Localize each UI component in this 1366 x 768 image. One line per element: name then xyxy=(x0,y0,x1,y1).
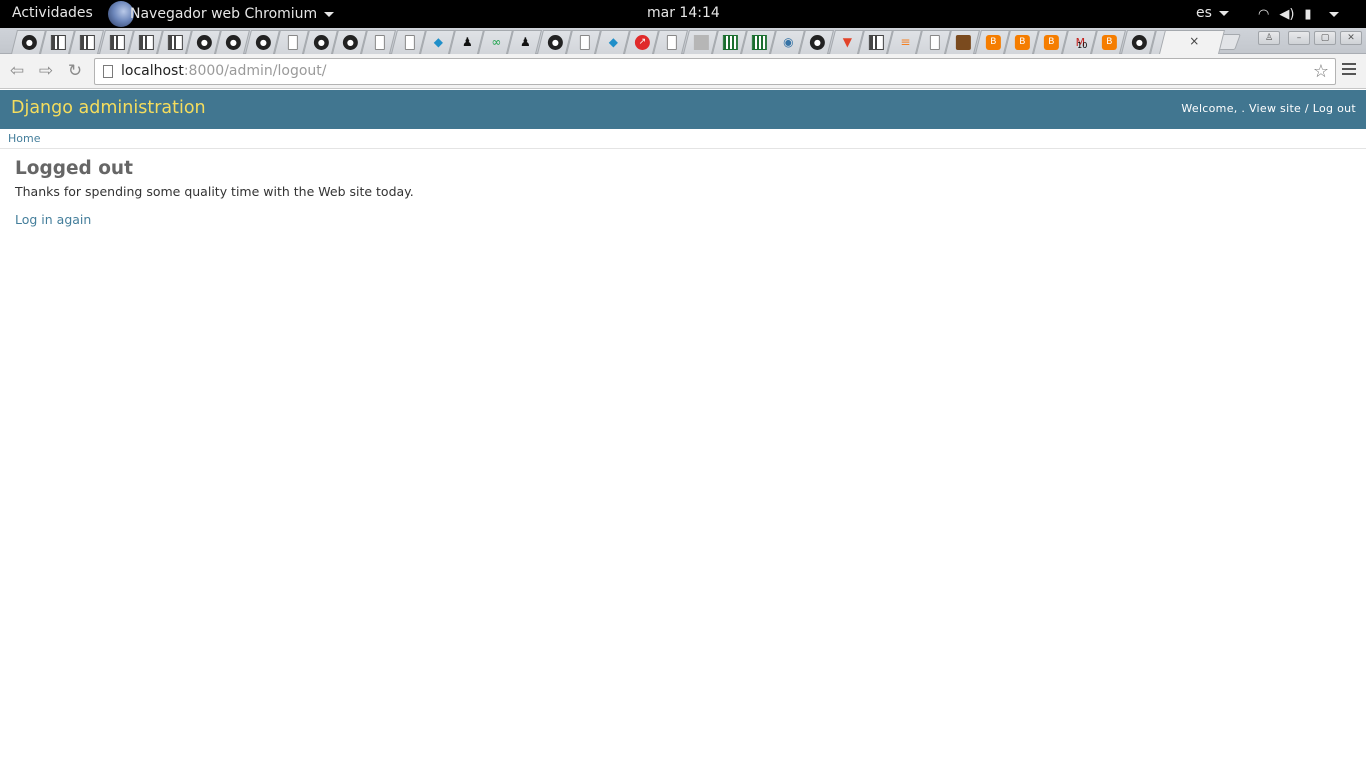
python-icon: ◉ xyxy=(783,35,794,49)
admin-header: Django administration Welcome, . View si… xyxy=(0,90,1366,129)
infinity-icon: ∞ xyxy=(491,35,502,49)
image-icon xyxy=(693,35,709,50)
blogger-icon: B xyxy=(985,35,1001,50)
back-arrow-icon: ⇦ xyxy=(9,61,25,81)
chevron-down-icon xyxy=(324,11,335,17)
forward-arrow-icon: ⇨ xyxy=(38,61,54,81)
close-icon: ✕ xyxy=(1347,33,1355,43)
github-icon: ● xyxy=(342,35,358,50)
panel-icon xyxy=(167,35,183,50)
grid-icon xyxy=(751,35,767,50)
page-title: Logged out xyxy=(15,158,133,179)
maximize-icon: ▢ xyxy=(1320,33,1330,43)
chevron-down-icon xyxy=(1328,11,1339,17)
chevron-down-icon xyxy=(1218,10,1229,16)
close-window-button[interactable]: ✕ xyxy=(1340,31,1362,45)
github-icon: ● xyxy=(809,35,825,50)
activities-button[interactable]: Actividades xyxy=(12,5,93,21)
page-icon xyxy=(404,35,415,50)
log-out-link[interactable]: Log out xyxy=(1313,102,1356,115)
active-tab[interactable]: × xyxy=(1159,30,1225,54)
page-icon xyxy=(929,35,940,50)
gnome-top-bar: Actividades Navegador web Chromium mar 1… xyxy=(0,0,1366,28)
logout-message: Thanks for spending some quality time wi… xyxy=(15,184,414,199)
blogger-icon: B xyxy=(1043,35,1059,50)
gitlab-icon: ▼ xyxy=(842,35,852,49)
url-text[interactable]: localhost:8000/admin/logout/ xyxy=(121,63,326,79)
trend-icon: ↗ xyxy=(634,35,650,50)
reload-icon: ↻ xyxy=(67,61,83,81)
breadcrumb: Home xyxy=(0,129,1366,149)
chrome-menu-button[interactable] xyxy=(1342,63,1356,77)
view-site-link[interactable]: View site xyxy=(1249,102,1301,115)
minimize-icon: – xyxy=(1296,33,1302,43)
wifi-icon: ◠ xyxy=(1258,6,1270,22)
close-tab-icon[interactable]: × xyxy=(1189,34,1199,48)
github-icon: ● xyxy=(547,35,563,50)
tux-icon: ♟ xyxy=(461,35,473,49)
docker-icon: ◆ xyxy=(608,35,618,49)
page-icon xyxy=(666,35,677,50)
stackoverflow-icon: ≡ xyxy=(900,35,911,49)
tab-strip: ●●●●●●◆♟∞♟●◆↗◉●▼≡BBBM10B●♟× ♙ – ▢ ✕ xyxy=(0,28,1366,54)
volume-icon: ◀) xyxy=(1279,6,1295,22)
page-icon xyxy=(287,35,298,50)
docker-icon: ◆ xyxy=(433,35,443,49)
image-icon xyxy=(955,35,971,50)
welcome-text: Welcome, . xyxy=(1181,102,1246,115)
blogger-icon: B xyxy=(1101,35,1117,50)
log-in-again-link[interactable]: Log in again xyxy=(15,212,91,227)
page-icon xyxy=(103,65,113,78)
github-icon: ● xyxy=(1131,35,1147,50)
language-menu[interactable]: es xyxy=(1196,5,1229,21)
github-icon: ● xyxy=(313,35,329,50)
browser-toolbar: ⇦ ⇨ ↻ localhost:8000/admin/logout/ ☆ xyxy=(0,54,1366,89)
user-tools-separator: / xyxy=(1301,102,1313,115)
bookmark-star-icon[interactable]: ☆ xyxy=(1313,61,1329,82)
panel-icon xyxy=(868,35,884,50)
app-menu-label: Navegador web Chromium xyxy=(130,6,318,22)
panel-icon xyxy=(138,35,154,50)
system-status-area[interactable]: ◠ ◀) ▮ xyxy=(1258,3,1339,25)
github-icon: ● xyxy=(255,35,271,50)
language-label: es xyxy=(1196,5,1212,21)
breadcrumb-home-link[interactable]: Home xyxy=(8,132,40,145)
forward-button[interactable]: ⇨ xyxy=(35,60,57,82)
panel-icon xyxy=(79,35,95,50)
clock[interactable]: mar 14:14 xyxy=(647,5,720,21)
github-icon: ● xyxy=(196,35,212,50)
person-icon: ♙ xyxy=(1264,33,1274,43)
grid-icon xyxy=(722,35,738,50)
penguin-icon: ♟ xyxy=(519,35,531,49)
app-menu[interactable]: Navegador web Chromium xyxy=(108,0,335,28)
maximize-button[interactable]: ▢ xyxy=(1314,31,1336,45)
github-icon: ● xyxy=(21,35,37,50)
user-tools: Welcome, . View site / Log out xyxy=(1181,102,1356,115)
panel-icon xyxy=(109,35,125,50)
url-path: :8000/admin/logout/ xyxy=(183,63,327,79)
battery-icon: ▮ xyxy=(1304,6,1312,22)
profile-button[interactable]: ♙ xyxy=(1258,31,1280,45)
github-icon: ● xyxy=(225,35,241,50)
blogger-icon: B xyxy=(1014,35,1030,50)
url-host: localhost xyxy=(121,63,184,79)
minimize-button[interactable]: – xyxy=(1288,31,1310,45)
address-bar[interactable]: localhost:8000/admin/logout/ ☆ xyxy=(94,58,1336,85)
page-icon xyxy=(579,35,590,50)
gmail-unread-badge: 10 xyxy=(1077,41,1088,50)
reload-button[interactable]: ↻ xyxy=(64,60,86,82)
panel-icon xyxy=(50,35,66,50)
main-content: Logged out Thanks for spending some qual… xyxy=(15,158,414,228)
back-button[interactable]: ⇦ xyxy=(6,60,28,82)
page-icon xyxy=(374,35,385,50)
site-branding[interactable]: Django administration xyxy=(11,98,206,118)
